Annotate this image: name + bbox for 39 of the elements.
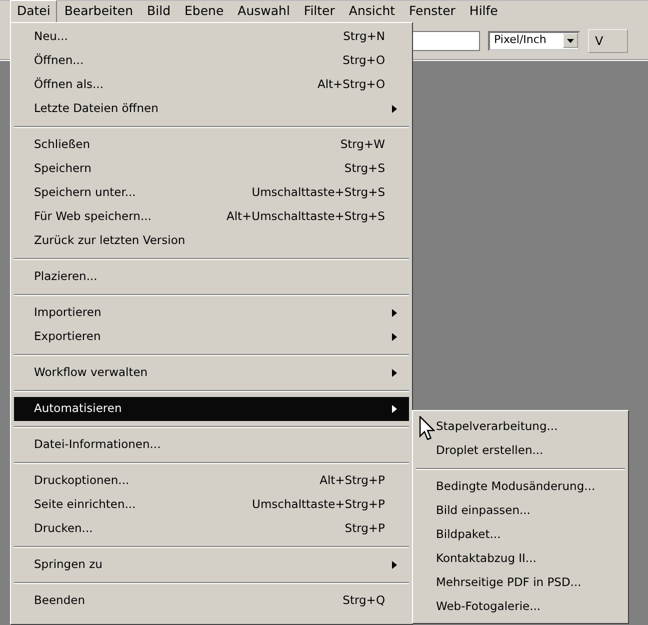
menu-item[interactable]: Springen zu: [14, 553, 409, 577]
menu-item[interactable]: Öffnen... Strg+O: [14, 49, 409, 73]
toolbar-button[interactable]: V: [588, 28, 628, 52]
menu-item[interactable]: Droplet erstellen...: [416, 439, 625, 463]
menu-bar-item[interactable]: Filter: [296, 0, 342, 23]
menu-item[interactable]: Datei-Informationen...: [14, 433, 409, 457]
menu-bar-item[interactable]: Ansicht: [342, 0, 402, 23]
menu-item[interactable]: Neu... Strg+N: [14, 25, 409, 49]
menu-item[interactable]: Web-Fotogalerie...: [416, 595, 625, 619]
menu-item[interactable]: Speichern Strg+S: [14, 157, 409, 181]
menu-item[interactable]: Bedingte Modusänderung...: [416, 475, 625, 499]
menu-item[interactable]: Plazieren...: [14, 265, 409, 289]
menu-item[interactable]: Beenden Strg+Q: [14, 589, 409, 613]
menu-item[interactable]: Öffnen als... Alt+Strg+O: [14, 73, 409, 97]
menu-item[interactable]: Druckoptionen... Alt+Strg+P: [14, 469, 409, 493]
menu-bar-item[interactable]: Bearbeiten: [57, 0, 140, 23]
menu-item[interactable]: Zurück zur letzten Version: [14, 229, 409, 253]
menu-bar-item[interactable]: Fenster: [402, 0, 462, 23]
menu-item[interactable]: Workflow verwalten: [14, 361, 409, 385]
menu-item[interactable]: Bildpaket...: [416, 523, 625, 547]
mouse-pointer-icon: [419, 416, 435, 440]
menu-item[interactable]: Stapelverarbeitung...: [416, 415, 625, 439]
menu-item[interactable]: Kontaktabzug II...: [416, 547, 625, 571]
menu-item[interactable]: Seite einrichten... Umschalttaste+Strg+P: [14, 493, 409, 517]
menu-bar-item[interactable]: Ebene: [178, 0, 231, 23]
menu-item[interactable]: Bild einpassen...: [416, 499, 625, 523]
menu-item[interactable]: Exportieren: [14, 325, 409, 349]
menu-item[interactable]: Drucken... Strg+P: [14, 517, 409, 541]
menu-bar-item[interactable]: Bild: [140, 0, 178, 23]
menu-bar-item[interactable]: Hilfe: [462, 0, 505, 23]
menu-item[interactable]: Automatisieren: [14, 397, 409, 421]
menu-item[interactable]: Importieren: [14, 301, 409, 325]
unit-dropdown[interactable]: Pixel/Inch: [488, 30, 580, 50]
menu-item[interactable]: Speichern unter... Umschalttaste+Strg+S: [14, 181, 409, 205]
menu-item[interactable]: Letzte Dateien öffnen: [14, 97, 409, 121]
menu-item[interactable]: Schließen Strg+W: [14, 133, 409, 157]
menu-item[interactable]: Für Web speichern... Alt+Umschalttaste+Strg+S: [14, 205, 409, 229]
menu-item[interactable]: Mehrseitige PDF in PSD...: [416, 571, 625, 595]
menu-bar-item[interactable]: Auswahl: [230, 0, 297, 23]
